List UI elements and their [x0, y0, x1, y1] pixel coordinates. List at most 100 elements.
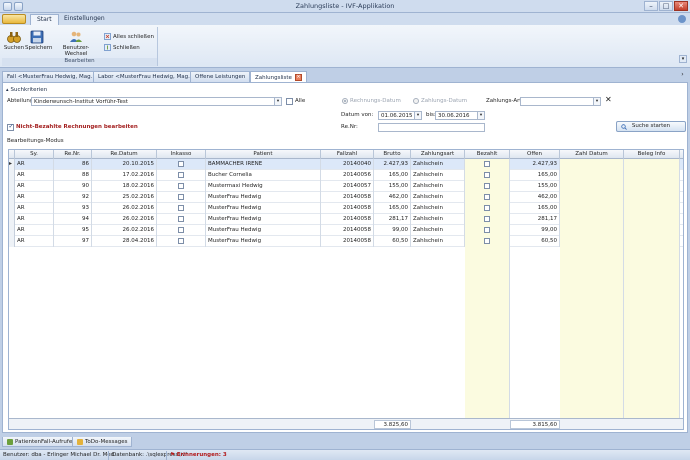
- alle-checkbox[interactable]: [286, 98, 293, 105]
- inkasso-checkbox-cell[interactable]: [157, 181, 206, 192]
- cell-datum[interactable]: 26.02.2016: [92, 225, 157, 236]
- cell-offen[interactable]: 155,00: [510, 181, 560, 192]
- cell-sy[interactable]: AR: [15, 225, 54, 236]
- zahl-datum-cell[interactable]: [560, 170, 624, 181]
- bezahlt-checkbox-cell[interactable]: [465, 214, 510, 225]
- beleg-info-cell[interactable]: [624, 181, 680, 192]
- cell-offen[interactable]: 165,00: [510, 170, 560, 181]
- cell-brutto[interactable]: 2.427,93: [374, 159, 411, 170]
- zahl-datum-cell[interactable]: [560, 159, 624, 170]
- inkasso-checkbox-cell[interactable]: [157, 170, 206, 181]
- col-header-redatum[interactable]: Re.Datum: [92, 150, 157, 159]
- col-header-inkasso[interactable]: Inkasso: [157, 150, 206, 159]
- cell-offen[interactable]: 165,00: [510, 203, 560, 214]
- zahl-datum-cell[interactable]: [560, 214, 624, 225]
- cell-brutto[interactable]: 155,00: [374, 181, 411, 192]
- table-row[interactable]: AR 97 28.04.2016 MusterFrau Hedwig 20140058 6…: [9, 236, 683, 247]
- schliessen-button[interactable]: Schließen: [104, 44, 140, 51]
- cell-patient[interactable]: Bucher Cornelia: [206, 170, 321, 181]
- cell-renr[interactable]: 92: [54, 192, 92, 203]
- cell-renr[interactable]: 86: [54, 159, 92, 170]
- minimize-button[interactable]: –: [644, 1, 658, 11]
- bezahlt-checkbox[interactable]: [484, 194, 490, 200]
- help-icon[interactable]: [678, 15, 686, 23]
- bezahlt-checkbox-cell[interactable]: [465, 203, 510, 214]
- tab-scroll-right-icon[interactable]: ›: [679, 71, 686, 81]
- beleg-info-cell[interactable]: [624, 214, 680, 225]
- cell-brutto[interactable]: 165,00: [374, 170, 411, 181]
- nicht-bezahlt-checkbox[interactable]: [7, 123, 14, 131]
- tab-patientenfall-aufrufe[interactable]: PatientenFall-Aufrufe: [2, 437, 78, 447]
- doc-tab-zahlungsliste[interactable]: Zahlungsliste ×: [250, 71, 307, 82]
- cell-zahlungsart[interactable]: Zahlschein: [411, 170, 465, 181]
- table-row[interactable]: AR 95 26.02.2016 MusterFrau Hedwig 20140058 9…: [9, 225, 683, 236]
- beleg-info-cell[interactable]: [624, 170, 680, 181]
- table-row[interactable]: AR8620.10.2015BAMMACHER IRENE201400402.4…: [9, 159, 683, 170]
- cell-renr[interactable]: 93: [54, 203, 92, 214]
- cell-zahlungsart[interactable]: Zahlschein: [411, 214, 465, 225]
- tab-einstellungen[interactable]: Einstellungen: [58, 14, 111, 25]
- beleg-info-cell[interactable]: [624, 225, 680, 236]
- cell-fallzahl[interactable]: 20140058: [321, 225, 374, 236]
- col-header-bezahlt[interactable]: Bezahlt: [465, 150, 510, 159]
- tab-start[interactable]: Start: [30, 14, 59, 25]
- suchen-button[interactable]: Suchen: [3, 28, 25, 51]
- beleg-info-cell[interactable]: [624, 203, 680, 214]
- bezahlt-checkbox[interactable]: [484, 238, 490, 244]
- application-menu-button[interactable]: [2, 14, 26, 24]
- inkasso-checkbox[interactable]: [178, 161, 184, 167]
- datum-von-input[interactable]: 01.06.2015 ▾: [378, 111, 422, 120]
- close-window-button[interactable]: ✕: [674, 1, 688, 11]
- renr-input[interactable]: [378, 123, 485, 132]
- inkasso-checkbox[interactable]: [178, 172, 184, 178]
- cell-patient[interactable]: MusterFrau Hedwig: [206, 203, 321, 214]
- cell-sy[interactable]: AR: [15, 214, 54, 225]
- cell-offen[interactable]: 281,17: [510, 214, 560, 225]
- inkasso-checkbox[interactable]: [178, 216, 184, 222]
- inkasso-checkbox-cell[interactable]: [157, 159, 206, 170]
- inkasso-checkbox-cell[interactable]: [157, 203, 206, 214]
- cell-fallzahl[interactable]: 20140058: [321, 203, 374, 214]
- close-tab-icon[interactable]: ×: [294, 74, 302, 81]
- maximize-button[interactable]: □: [659, 1, 673, 11]
- cell-patient[interactable]: MusterFrau Hedwig: [206, 225, 321, 236]
- cell-fallzahl[interactable]: 20140058: [321, 192, 374, 203]
- bezahlt-checkbox-cell[interactable]: [465, 159, 510, 170]
- table-row[interactable]: AR 94 26.02.2016 MusterFrau Hedwig 20140058 2…: [9, 214, 683, 225]
- inkasso-checkbox-cell[interactable]: [157, 225, 206, 236]
- cell-sy[interactable]: AR: [15, 181, 54, 192]
- table-row[interactable]: AR 93 26.02.2016 MusterFrau Hedwig 20140058 1…: [9, 203, 683, 214]
- suche-starten-button[interactable]: Suche starten: [616, 121, 686, 132]
- cell-sy[interactable]: AR: [15, 192, 54, 203]
- inkasso-checkbox[interactable]: [178, 183, 184, 189]
- zahl-datum-cell[interactable]: [560, 225, 624, 236]
- bezahlt-checkbox-cell[interactable]: [465, 181, 510, 192]
- cell-brutto[interactable]: 462,00: [374, 192, 411, 203]
- cell-patient[interactable]: Mustermaxi Hedwig: [206, 181, 321, 192]
- cell-brutto[interactable]: 165,00: [374, 203, 411, 214]
- benutzer-wechsel-button[interactable]: Benutzer-Wechsel: [52, 28, 100, 57]
- cell-datum[interactable]: 26.02.2016: [92, 214, 157, 225]
- cell-zahlungsart[interactable]: Zahlschein: [411, 225, 465, 236]
- table-row[interactable]: AR 90 18.02.2016 Mustermaxi Hedwig 20140057 1…: [9, 181, 683, 192]
- table-row[interactable]: AR 88 17.02.2016 Bucher Cornelia 20140056 165…: [9, 170, 683, 181]
- inkasso-checkbox-cell[interactable]: [157, 192, 206, 203]
- cell-fallzahl[interactable]: 20140056: [321, 170, 374, 181]
- cell-zahlungsart[interactable]: Zahlschein: [411, 192, 465, 203]
- cell-zahlungsart[interactable]: Zahlschein: [411, 159, 465, 170]
- table-row[interactable]: AR 92 25.02.2016 MusterFrau Hedwig 20140058 4…: [9, 192, 683, 203]
- bezahlt-checkbox[interactable]: [484, 183, 490, 189]
- cell-datum[interactable]: 25.02.2016: [92, 192, 157, 203]
- cell-zahlungsart[interactable]: Zahlschein: [411, 236, 465, 247]
- col-header-beleg-info[interactable]: Beleg Info: [624, 150, 680, 159]
- cell-offen[interactable]: 2.427,93: [510, 159, 560, 170]
- col-header-patient[interactable]: Patient: [206, 150, 321, 159]
- bezahlt-checkbox-cell[interactable]: [465, 192, 510, 203]
- doc-tab-labor[interactable]: Labor <MusterFrau Hedwig, Mag.>: [93, 71, 200, 82]
- cell-fallzahl[interactable]: 20140040: [321, 159, 374, 170]
- cell-renr[interactable]: 94: [54, 214, 92, 225]
- col-header-brutto[interactable]: Brutto: [374, 150, 411, 159]
- zahl-datum-cell[interactable]: [560, 203, 624, 214]
- inkasso-checkbox-cell[interactable]: [157, 214, 206, 225]
- cell-fallzahl[interactable]: 20140057: [321, 181, 374, 192]
